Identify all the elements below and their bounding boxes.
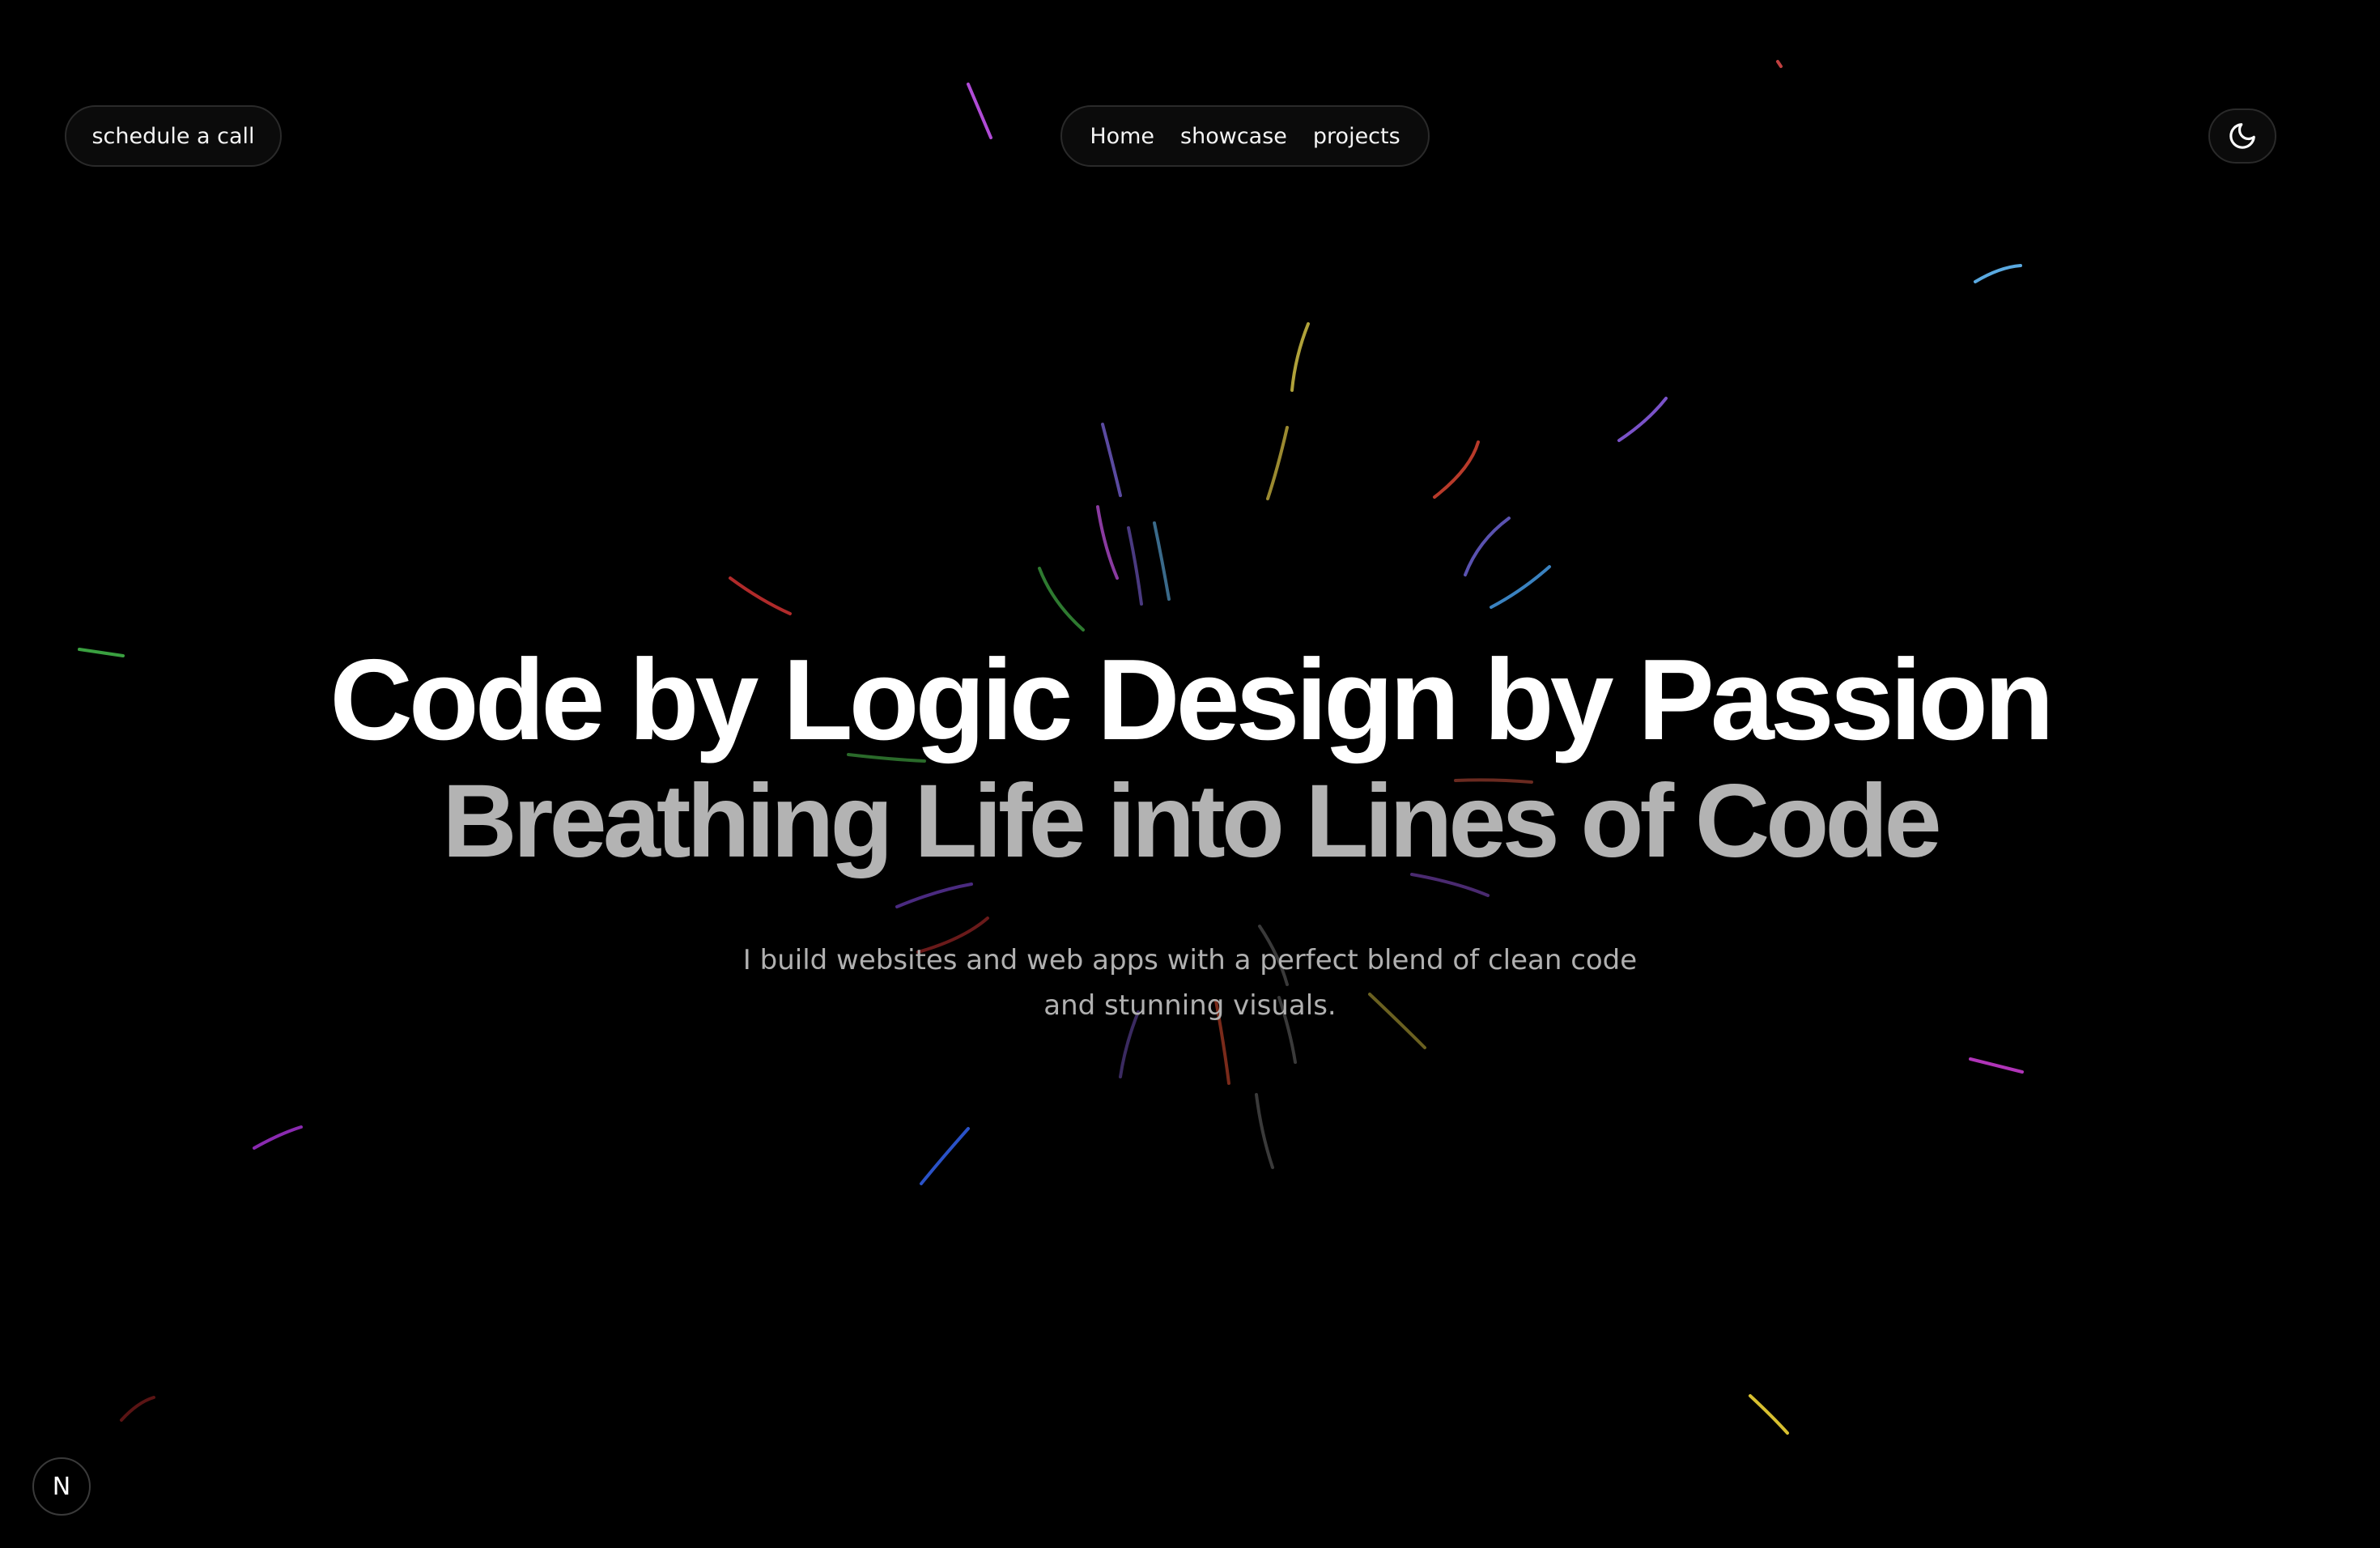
- streak: [120, 1396, 155, 1422]
- hero-headline: Code by Logic Design by Passion: [329, 636, 2054, 764]
- streak: [1749, 1394, 1789, 1435]
- streak: [253, 1125, 303, 1150]
- streak: [1101, 423, 1122, 497]
- streak: [1969, 1057, 2024, 1074]
- streak: [1127, 526, 1143, 606]
- tagline-line-2: and stunning visuals.: [1043, 989, 1337, 1022]
- streak: [1096, 505, 1119, 580]
- hero-tagline: I build websites and web apps with a per…: [704, 938, 1676, 1028]
- streak: [1290, 322, 1310, 392]
- streak: [729, 576, 792, 615]
- moon-icon: [2229, 123, 2255, 149]
- streak: [1617, 397, 1668, 442]
- nav-item-home[interactable]: Home: [1090, 124, 1154, 149]
- main-nav: Home showcase projects: [1060, 105, 1430, 167]
- nextjs-badge-button[interactable]: N: [32, 1457, 91, 1516]
- nav-item-projects[interactable]: projects: [1313, 124, 1400, 149]
- hero-section: Code by Logic Design by Passion Breathin…: [0, 640, 2380, 882]
- streak: [1464, 517, 1511, 576]
- streak: [1974, 264, 2022, 283]
- streak: [895, 882, 973, 908]
- tagline-line-1: I build websites and web apps with a per…: [742, 944, 1638, 976]
- streak: [1153, 521, 1171, 601]
- nextjs-icon: N: [52, 1472, 71, 1501]
- streak: [1776, 60, 1783, 68]
- streak: [1255, 1093, 1274, 1169]
- streak: [1266, 426, 1289, 500]
- streak: [920, 1127, 970, 1185]
- schedule-call-label: schedule a call: [91, 123, 255, 149]
- theme-toggle-button[interactable]: [2208, 108, 2276, 164]
- streak: [1490, 565, 1551, 609]
- hero-subheadline: Breathing Life into Lines of Code: [442, 763, 1941, 879]
- schedule-call-button[interactable]: schedule a call: [65, 105, 282, 167]
- streak: [1038, 567, 1085, 632]
- nav-item-showcase[interactable]: showcase: [1180, 124, 1287, 149]
- streak: [1433, 440, 1480, 499]
- streak: [967, 83, 992, 139]
